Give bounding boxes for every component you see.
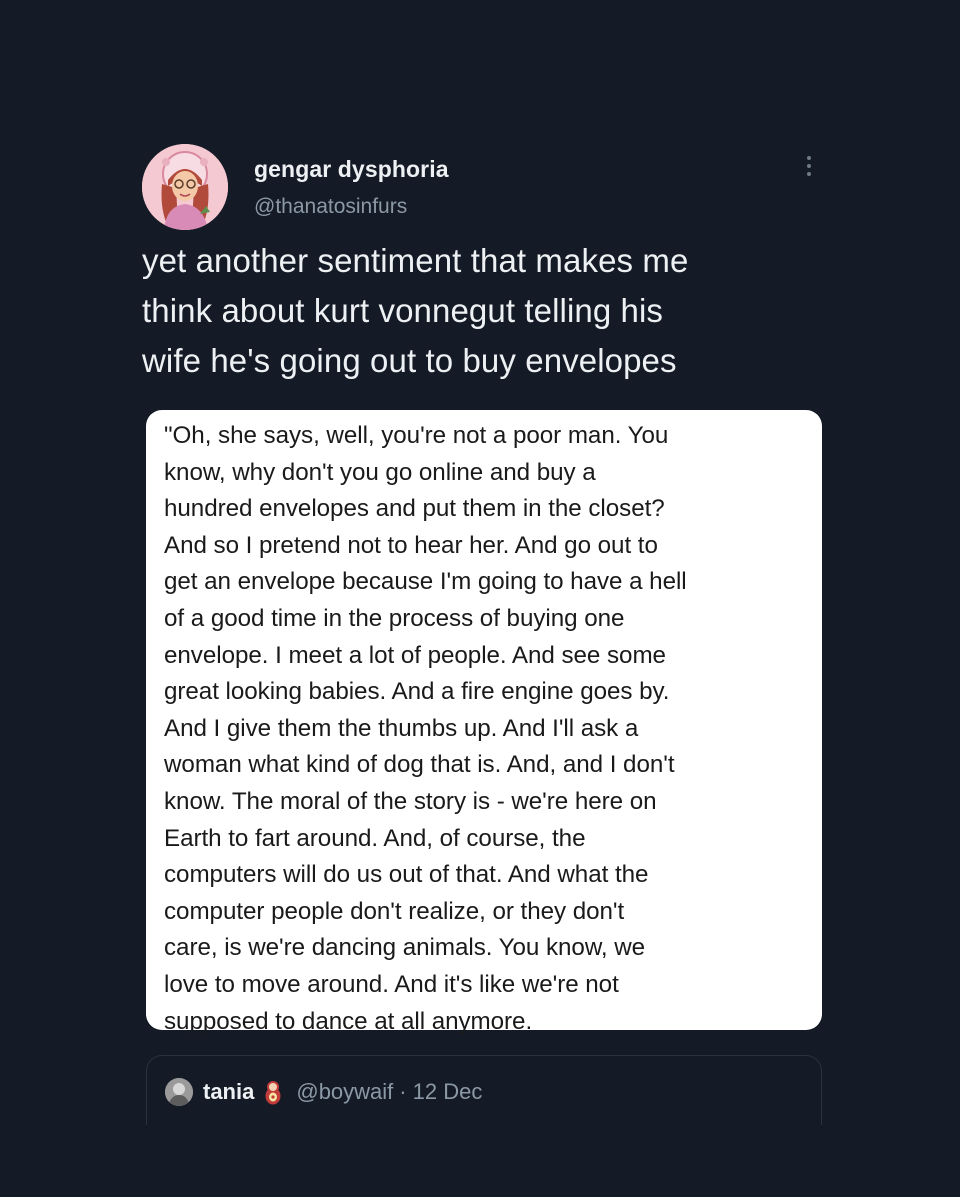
- quoted-handle[interactable]: @boywaif: [296, 1079, 393, 1105]
- quoted-display-name[interactable]: tania: [203, 1079, 254, 1105]
- quoted-avatar: [165, 1078, 193, 1106]
- tweet: gengar dysphoria @thanatosinfurs yet ano…: [142, 140, 832, 379]
- quote-text: "Oh, she says, well, you're not a poor m…: [164, 422, 687, 1035]
- user-handle[interactable]: @thanatosinfurs: [254, 195, 407, 219]
- more-dot: [807, 164, 811, 168]
- avatar[interactable]: [142, 144, 228, 230]
- quoted-tweet[interactable]: tania @boywaif · 12 Dec: [146, 1055, 822, 1125]
- nesting-doll-icon: [264, 1079, 282, 1105]
- avatar-illustration-icon: [142, 144, 228, 230]
- tweet-text: yet another sentiment that makes me thin…: [142, 242, 689, 379]
- quote-image[interactable]: "Oh, she says, well, you're not a poor m…: [146, 410, 822, 1035]
- more-dot: [807, 156, 811, 160]
- tweet-header: gengar dysphoria @thanatosinfurs: [142, 140, 832, 230]
- more-vertical-icon[interactable]: [804, 156, 814, 182]
- more-dot: [807, 172, 811, 176]
- quoted-date[interactable]: 12 Dec: [413, 1079, 483, 1105]
- quoted-avatar-photo-icon: [165, 1078, 193, 1106]
- quoted-tweet-header: tania @boywaif · 12 Dec: [165, 1078, 482, 1106]
- display-name[interactable]: gengar dysphoria: [254, 156, 449, 183]
- separator-dot: ·: [399, 1079, 407, 1104]
